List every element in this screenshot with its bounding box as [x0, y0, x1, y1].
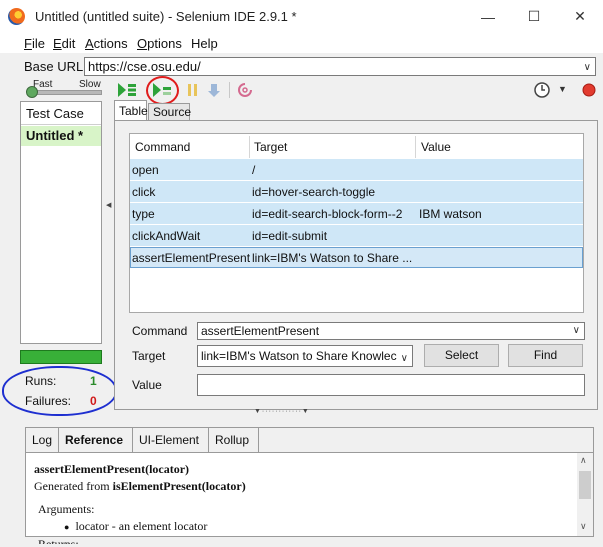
record-icon[interactable] [579, 81, 599, 99]
maximize-button[interactable]: ☐ [511, 0, 557, 33]
test-case-header: Test Case [21, 102, 101, 125]
reference-returns-label: Returns: [38, 537, 79, 544]
menu-help[interactable]: Help [191, 36, 218, 51]
column-target[interactable]: Target [254, 140, 287, 154]
speed-slider-handle[interactable] [26, 86, 38, 98]
step-icon[interactable] [205, 81, 225, 99]
row-target: link=IBM's Watson to Share ... [252, 251, 413, 265]
vertical-splitter[interactable]: ◀ [104, 101, 112, 411]
table-row[interactable]: open / [130, 159, 583, 181]
chevron-down-icon[interactable]: ∨ [584, 59, 591, 76]
table-header: Command Target Value [130, 134, 583, 161]
table-row[interactable]: clickAndWait id=edit-submit [130, 225, 583, 247]
test-case-item[interactable]: Untitled * [21, 126, 101, 146]
command-label: Command [132, 324, 188, 338]
row-target: id=edit-submit [252, 229, 328, 243]
tab-table[interactable]: Table [114, 100, 148, 120]
chevron-down-icon[interactable]: ∨ [580, 521, 587, 532]
window-title: Untitled (untitled suite) - Selenium IDE… [35, 9, 297, 24]
menu-bar: File Edit Actions Options Help [0, 33, 603, 53]
row-value: IBM watson [419, 207, 482, 221]
value-label: Value [132, 378, 162, 392]
scrollbar-thumb[interactable] [579, 471, 591, 499]
tab-source[interactable]: Source [148, 103, 191, 120]
tab-reference[interactable]: Reference [59, 428, 133, 452]
tab-ui-element[interactable]: UI-Element [133, 428, 209, 452]
menu-edit[interactable]: Edit [53, 36, 75, 51]
table-row[interactable]: click id=hover-search-toggle [130, 181, 583, 203]
column-value[interactable]: Value [421, 140, 451, 154]
column-command[interactable]: Command [135, 140, 190, 154]
speed-slider-track[interactable] [28, 90, 102, 95]
column-divider [415, 136, 416, 158]
target-label: Target [132, 349, 166, 363]
minimize-button[interactable]: — [465, 0, 511, 33]
target-input[interactable]: link=IBM's Watson to Share Knowlec ∨ [197, 345, 413, 367]
row-command: assertElementPresent [132, 251, 251, 265]
base-url-value: https://cse.osu.edu/ [88, 59, 201, 74]
title-bar: Untitled (untitled suite) - Selenium IDE… [0, 0, 603, 34]
annotation-circle [146, 76, 179, 105]
table-row[interactable]: type id=edit-search-block-form--2 IBM wa… [130, 203, 583, 225]
toolbar-divider [229, 82, 230, 98]
row-command: type [132, 207, 155, 221]
play-suite-icon[interactable] [117, 81, 137, 99]
row-command: open [132, 163, 159, 177]
progress-bar [20, 350, 102, 364]
rollup-icon[interactable] [235, 81, 255, 99]
reference-signature: assertElementPresent(locator) [34, 462, 190, 476]
schedule-dropdown-icon[interactable]: ▼ [558, 84, 567, 94]
reference-arguments-label: Arguments: [38, 502, 95, 516]
bottom-panel: Log Reference UI-Element Rollup assertEl… [25, 427, 594, 544]
command-value: assertElementPresent [201, 324, 320, 338]
chevron-down-icon[interactable]: ∨ [397, 349, 408, 366]
base-url-input[interactable]: https://cse.osu.edu/ ∨ [84, 57, 596, 76]
close-button[interactable]: ✕ [557, 0, 603, 33]
test-case-panel: Test Case Untitled * [20, 101, 102, 344]
row-command: clickAndWait [132, 229, 201, 243]
command-input[interactable]: assertElementPresent ∨ [197, 322, 585, 340]
command-table: Command Target Value open / click id=hov… [129, 133, 584, 313]
value-input[interactable] [197, 374, 585, 396]
row-target: / [252, 163, 256, 177]
column-divider [249, 136, 250, 158]
reference-generated: Generated from isElementPresent(locator) [34, 479, 246, 493]
firefox-icon [8, 8, 25, 25]
table-row-selected[interactable]: assertElementPresent link=IBM's Watson t… [130, 247, 583, 268]
menu-options[interactable]: Options [137, 36, 182, 51]
reference-content: assertElementPresent(locator) Generated … [34, 462, 574, 544]
bottom-tabs: Log Reference UI-Element Rollup [26, 428, 593, 453]
select-button[interactable]: Select [424, 344, 499, 367]
row-command: click [132, 185, 156, 199]
base-url-label: Base URL [24, 59, 84, 74]
chevron-down-icon[interactable]: ∨ [573, 323, 580, 339]
reference-argument: ● locator - an element locator [64, 519, 208, 533]
chevron-up-icon[interactable]: ∧ [580, 455, 587, 466]
menu-actions[interactable]: Actions [85, 36, 128, 51]
schedule-icon[interactable] [532, 81, 552, 99]
base-url-row: Base URL https://cse.osu.edu/ ∨ [0, 54, 603, 78]
reference-scrollbar[interactable]: ∧ ∨ [577, 453, 593, 536]
horizontal-splitter[interactable]: ▼············▼ [114, 408, 598, 418]
menu-file[interactable]: File [24, 36, 45, 51]
pause-icon[interactable] [183, 81, 203, 99]
tab-log[interactable]: Log [26, 428, 59, 452]
speed-slow-label: Slow [79, 79, 101, 90]
target-value: link=IBM's Watson to Share Knowlec [201, 349, 397, 363]
tab-rollup[interactable]: Rollup [209, 428, 259, 452]
annotation-circle [2, 366, 117, 416]
row-target: id=hover-search-toggle [252, 185, 376, 199]
find-button[interactable]: Find [508, 344, 583, 367]
row-target: id=edit-search-block-form--2 [252, 207, 403, 221]
